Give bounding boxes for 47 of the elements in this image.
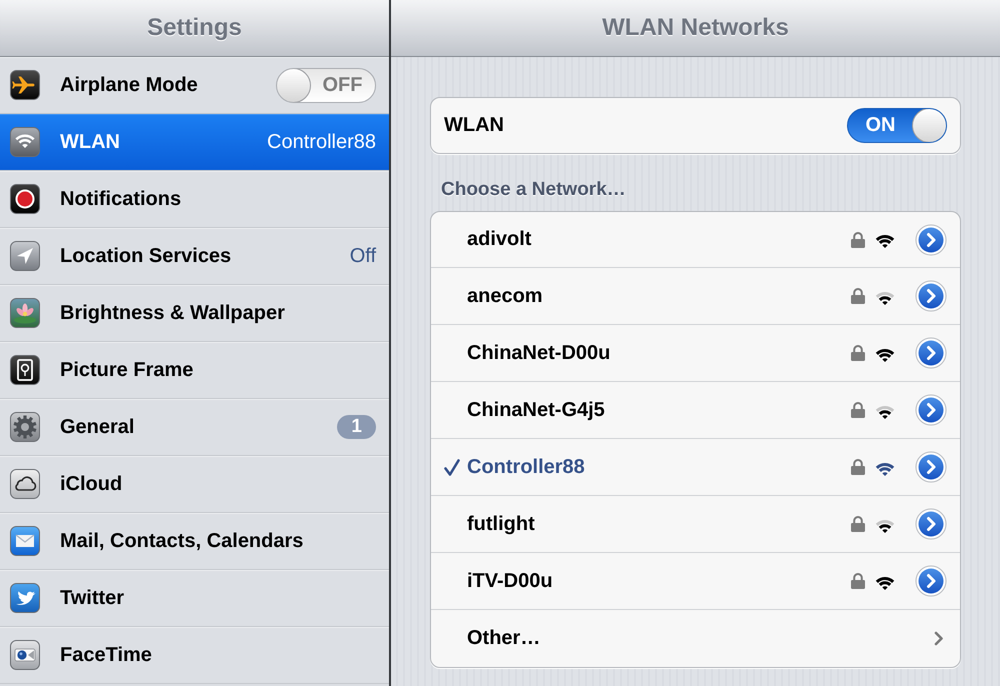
toggle-switch[interactable]: OFF bbox=[276, 68, 376, 102]
settings-row[interactable]: FaceTime bbox=[0, 627, 389, 684]
settings-row[interactable]: General 1 bbox=[0, 399, 389, 456]
settings-row[interactable]: Location Services Off bbox=[0, 228, 389, 285]
settings-row[interactable]: WLAN Controller88 bbox=[0, 114, 389, 171]
network-row[interactable]: adivolt bbox=[431, 212, 960, 268]
network-row[interactable]: anecom bbox=[431, 268, 960, 325]
switch-knob[interactable] bbox=[277, 68, 311, 102]
settings-row[interactable]: Notifications bbox=[0, 171, 389, 228]
row-value: Controller88 bbox=[267, 130, 376, 154]
sidebar-title: Settings bbox=[147, 14, 242, 42]
gear-icon bbox=[10, 412, 40, 442]
airplane-icon bbox=[10, 70, 40, 100]
chevron-circle-icon[interactable] bbox=[915, 565, 947, 597]
network-row[interactable]: futlight bbox=[431, 496, 960, 553]
switch-knob[interactable] bbox=[912, 109, 946, 142]
network-row[interactable]: iTV-D00u bbox=[431, 553, 960, 610]
chevron-circle-icon[interactable] bbox=[915, 280, 947, 312]
flower-icon bbox=[10, 298, 40, 328]
detail-title: WLAN Networks bbox=[602, 14, 789, 42]
network-row[interactable]: Controller88 bbox=[431, 439, 960, 496]
chevron-circle-icon[interactable] bbox=[915, 224, 947, 256]
settings-row[interactable]: Brightness & Wallpaper bbox=[0, 285, 389, 342]
bird-icon bbox=[10, 583, 40, 613]
chevron-circle-icon[interactable] bbox=[915, 508, 947, 540]
envelope-icon bbox=[10, 526, 40, 556]
section-header: Choose a Network… bbox=[441, 179, 627, 201]
count-badge: 1 bbox=[337, 415, 376, 439]
chevron-circle-icon[interactable] bbox=[915, 394, 947, 426]
settings-row[interactable]: Picture Frame bbox=[0, 342, 389, 399]
network-row[interactable]: ChinaNet-D00u bbox=[431, 325, 960, 382]
settings-row[interactable]: Airplane Mode OFF bbox=[0, 57, 389, 114]
picture-frame-icon bbox=[10, 355, 40, 385]
chevron-icon bbox=[934, 631, 944, 646]
wifi-icon bbox=[10, 127, 40, 157]
settings-row[interactable]: Mail, Contacts, Calendars bbox=[0, 513, 389, 570]
row-value: Off bbox=[350, 244, 376, 268]
network-row[interactable]: ChinaNet-G4j5 bbox=[431, 382, 960, 439]
chevron-circle-icon[interactable] bbox=[915, 337, 947, 369]
wlan-label: WLAN bbox=[444, 114, 504, 137]
other-network-row[interactable]: Other… bbox=[431, 610, 960, 667]
toggle-switch[interactable]: ON bbox=[847, 108, 947, 143]
chevron-circle-icon[interactable] bbox=[915, 451, 947, 483]
video-camera-icon bbox=[10, 640, 40, 670]
settings-row[interactable]: Twitter bbox=[0, 570, 389, 627]
cloud-icon bbox=[10, 469, 40, 499]
settings-row[interactable]: iCloud bbox=[0, 456, 389, 513]
